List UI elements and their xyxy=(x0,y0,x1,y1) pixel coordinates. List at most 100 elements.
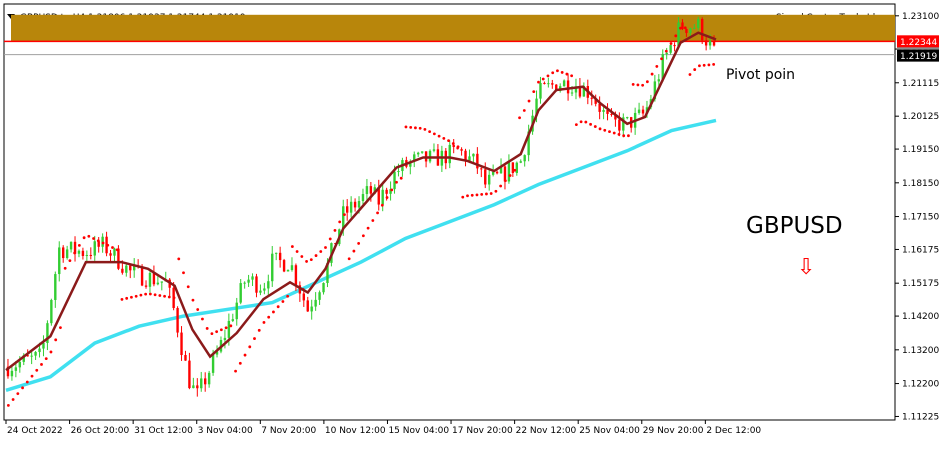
candle-body xyxy=(365,186,369,195)
candle-body xyxy=(523,155,526,162)
sar-dot xyxy=(182,271,185,275)
chart-window[interactable]: GBPUSD,tp,H4 1.21806 1.21937 1.21744 1.2… xyxy=(0,0,946,450)
candle-body xyxy=(302,293,306,301)
sar-dot xyxy=(645,80,649,84)
candle-body xyxy=(200,378,203,389)
sar-dot xyxy=(650,72,654,76)
price-chart[interactable]: GBPUSD,tp,H4 1.21806 1.21937 1.21744 1.2… xyxy=(0,0,946,450)
candle-body xyxy=(357,200,361,208)
candle-body xyxy=(192,385,195,389)
supply-zone-rect xyxy=(11,14,895,42)
candle-body xyxy=(669,45,672,53)
supply-zone xyxy=(11,14,895,42)
candle-body xyxy=(89,254,93,256)
candle-body xyxy=(708,41,712,46)
sar-dot xyxy=(442,136,446,140)
sar-dot xyxy=(527,99,531,103)
sar-dot xyxy=(324,246,327,249)
sar-dot xyxy=(305,260,308,263)
candle-body xyxy=(38,348,41,353)
x-tick-label: 2 Dec 12:00 xyxy=(706,426,761,436)
sar-dot xyxy=(177,257,181,261)
sar-dot xyxy=(622,134,626,138)
sar-dot xyxy=(598,127,602,131)
sar-dot xyxy=(432,132,436,136)
sar-dot xyxy=(186,285,190,289)
sar-dot xyxy=(125,296,129,300)
sar-dot xyxy=(447,139,450,143)
sar-dot xyxy=(399,176,403,180)
candle-body xyxy=(231,319,235,321)
candle-body xyxy=(140,266,144,286)
sar-dot xyxy=(272,310,275,314)
pair-label: GBPUSD xyxy=(746,213,843,239)
sar-dot xyxy=(395,180,398,184)
sar-dot xyxy=(423,127,427,131)
sar-dot xyxy=(205,327,209,330)
sar-dot xyxy=(343,213,346,217)
sar-dot xyxy=(451,142,455,145)
sar-dot xyxy=(437,134,441,138)
candle-body xyxy=(641,109,645,114)
current-price-tag-text: 1.21919 xyxy=(900,52,937,62)
sar-dot xyxy=(551,71,555,75)
candle-body xyxy=(665,52,668,55)
candle-body xyxy=(188,360,191,389)
candle-body xyxy=(61,247,65,259)
candle-body xyxy=(109,253,112,256)
candle-body xyxy=(626,117,629,119)
sar-dot xyxy=(77,243,81,247)
candle-body xyxy=(318,292,321,300)
sar-dot xyxy=(361,234,365,238)
candle-body xyxy=(420,151,424,153)
candle-body xyxy=(34,352,37,356)
candle-body xyxy=(507,162,511,182)
candle-body xyxy=(58,247,61,275)
sar-dot xyxy=(35,368,39,372)
candle-body xyxy=(184,355,187,361)
candle-body xyxy=(10,370,14,377)
candle-body xyxy=(385,189,388,194)
sar-dot xyxy=(196,308,200,311)
sar-dot xyxy=(309,258,313,262)
candle-body xyxy=(685,29,688,33)
sar-dot xyxy=(68,259,72,263)
candle-body xyxy=(121,268,124,273)
sar-dot xyxy=(191,298,195,302)
sar-dot xyxy=(570,74,574,78)
sar-dot xyxy=(11,398,15,401)
x-tick-label: 7 Nov 20:00 xyxy=(261,426,316,436)
sar-dot xyxy=(589,122,592,126)
candle-body xyxy=(18,361,22,368)
sar-dot xyxy=(712,62,716,66)
sar-dot xyxy=(470,193,474,197)
candle-body xyxy=(69,241,73,250)
candle-body xyxy=(428,150,432,162)
y-tick-label: 1.15175 xyxy=(902,279,939,289)
sar-dot xyxy=(96,239,100,243)
sar-dot xyxy=(163,294,166,298)
sar-dot xyxy=(541,77,545,81)
sar-dot xyxy=(366,226,370,230)
sar-dot xyxy=(357,242,361,245)
candle-body xyxy=(484,169,487,185)
sar-dot xyxy=(698,64,701,68)
down-arrow-icon: ⇩ xyxy=(797,255,815,280)
pivot-label: Pivot poin xyxy=(726,67,795,83)
candle-body xyxy=(704,40,708,46)
candle-body xyxy=(543,82,546,84)
candle-body xyxy=(93,241,96,256)
candle-body xyxy=(243,282,246,284)
candle-body xyxy=(235,302,238,320)
sar-dot xyxy=(556,69,559,73)
candle-body xyxy=(495,171,499,174)
y-tick-label: 1.17150 xyxy=(902,213,939,223)
candle-body xyxy=(211,354,215,373)
sar-dot xyxy=(290,245,294,248)
candle-body xyxy=(294,265,298,286)
sar-dot xyxy=(248,345,252,349)
candle-body xyxy=(267,281,270,289)
sar-dot xyxy=(281,300,285,303)
sar-dot xyxy=(295,250,299,253)
sar-dot xyxy=(428,130,432,134)
